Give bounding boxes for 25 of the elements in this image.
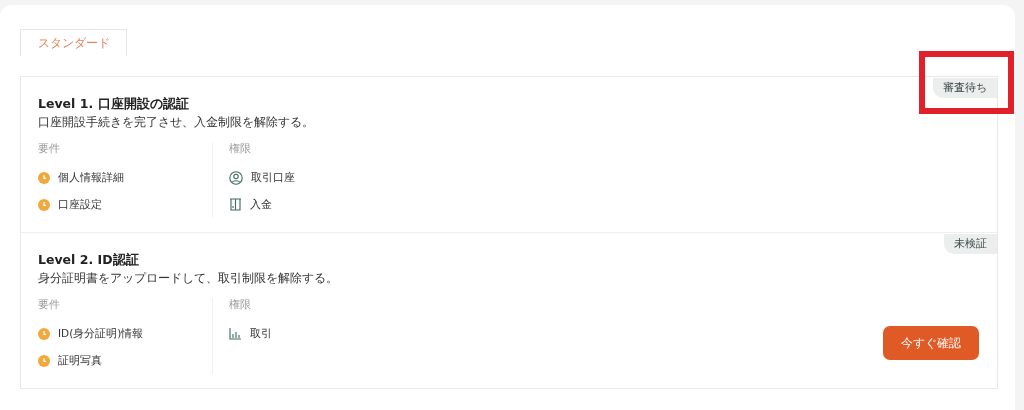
column-heading: 要件 <box>38 298 61 312</box>
level-description: 身分証明書をアップロードして、取引制限を解除する。 <box>38 271 339 286</box>
requirement-text: 証明写真 <box>58 353 102 368</box>
bar-chart-icon <box>229 327 242 340</box>
column-heading: 要件 <box>38 142 61 156</box>
status-badge: 審査待ち <box>933 78 997 98</box>
clock-icon <box>38 354 50 367</box>
permission-text: 取引 <box>250 326 272 341</box>
level-title: Level 1. 口座開設の認証 <box>38 96 190 113</box>
clock-icon <box>38 198 50 211</box>
permission-text: 取引口座 <box>251 170 295 185</box>
clock-icon <box>38 171 50 184</box>
requirement-text: 個人情報詳細 <box>58 170 124 185</box>
confirm-button[interactable]: 今すぐ確認 <box>883 326 979 360</box>
column-heading: 権限 <box>229 298 252 312</box>
level-description: 口座開設手続きを完了させ、入金制限を解除する。 <box>38 115 315 130</box>
column-heading: 権限 <box>229 142 252 156</box>
requirement-text: 口座設定 <box>58 197 102 212</box>
user-icon <box>229 170 243 185</box>
tab[interactable]: スタンダード <box>20 29 127 56</box>
level-title: Level 2. ID認証 <box>38 252 140 269</box>
requirement-text: ID(身分証明)情報 <box>58 326 144 341</box>
status-badge: 未検証 <box>944 234 997 254</box>
permission-text: 入金 <box>250 197 272 212</box>
clock-icon <box>38 327 50 340</box>
